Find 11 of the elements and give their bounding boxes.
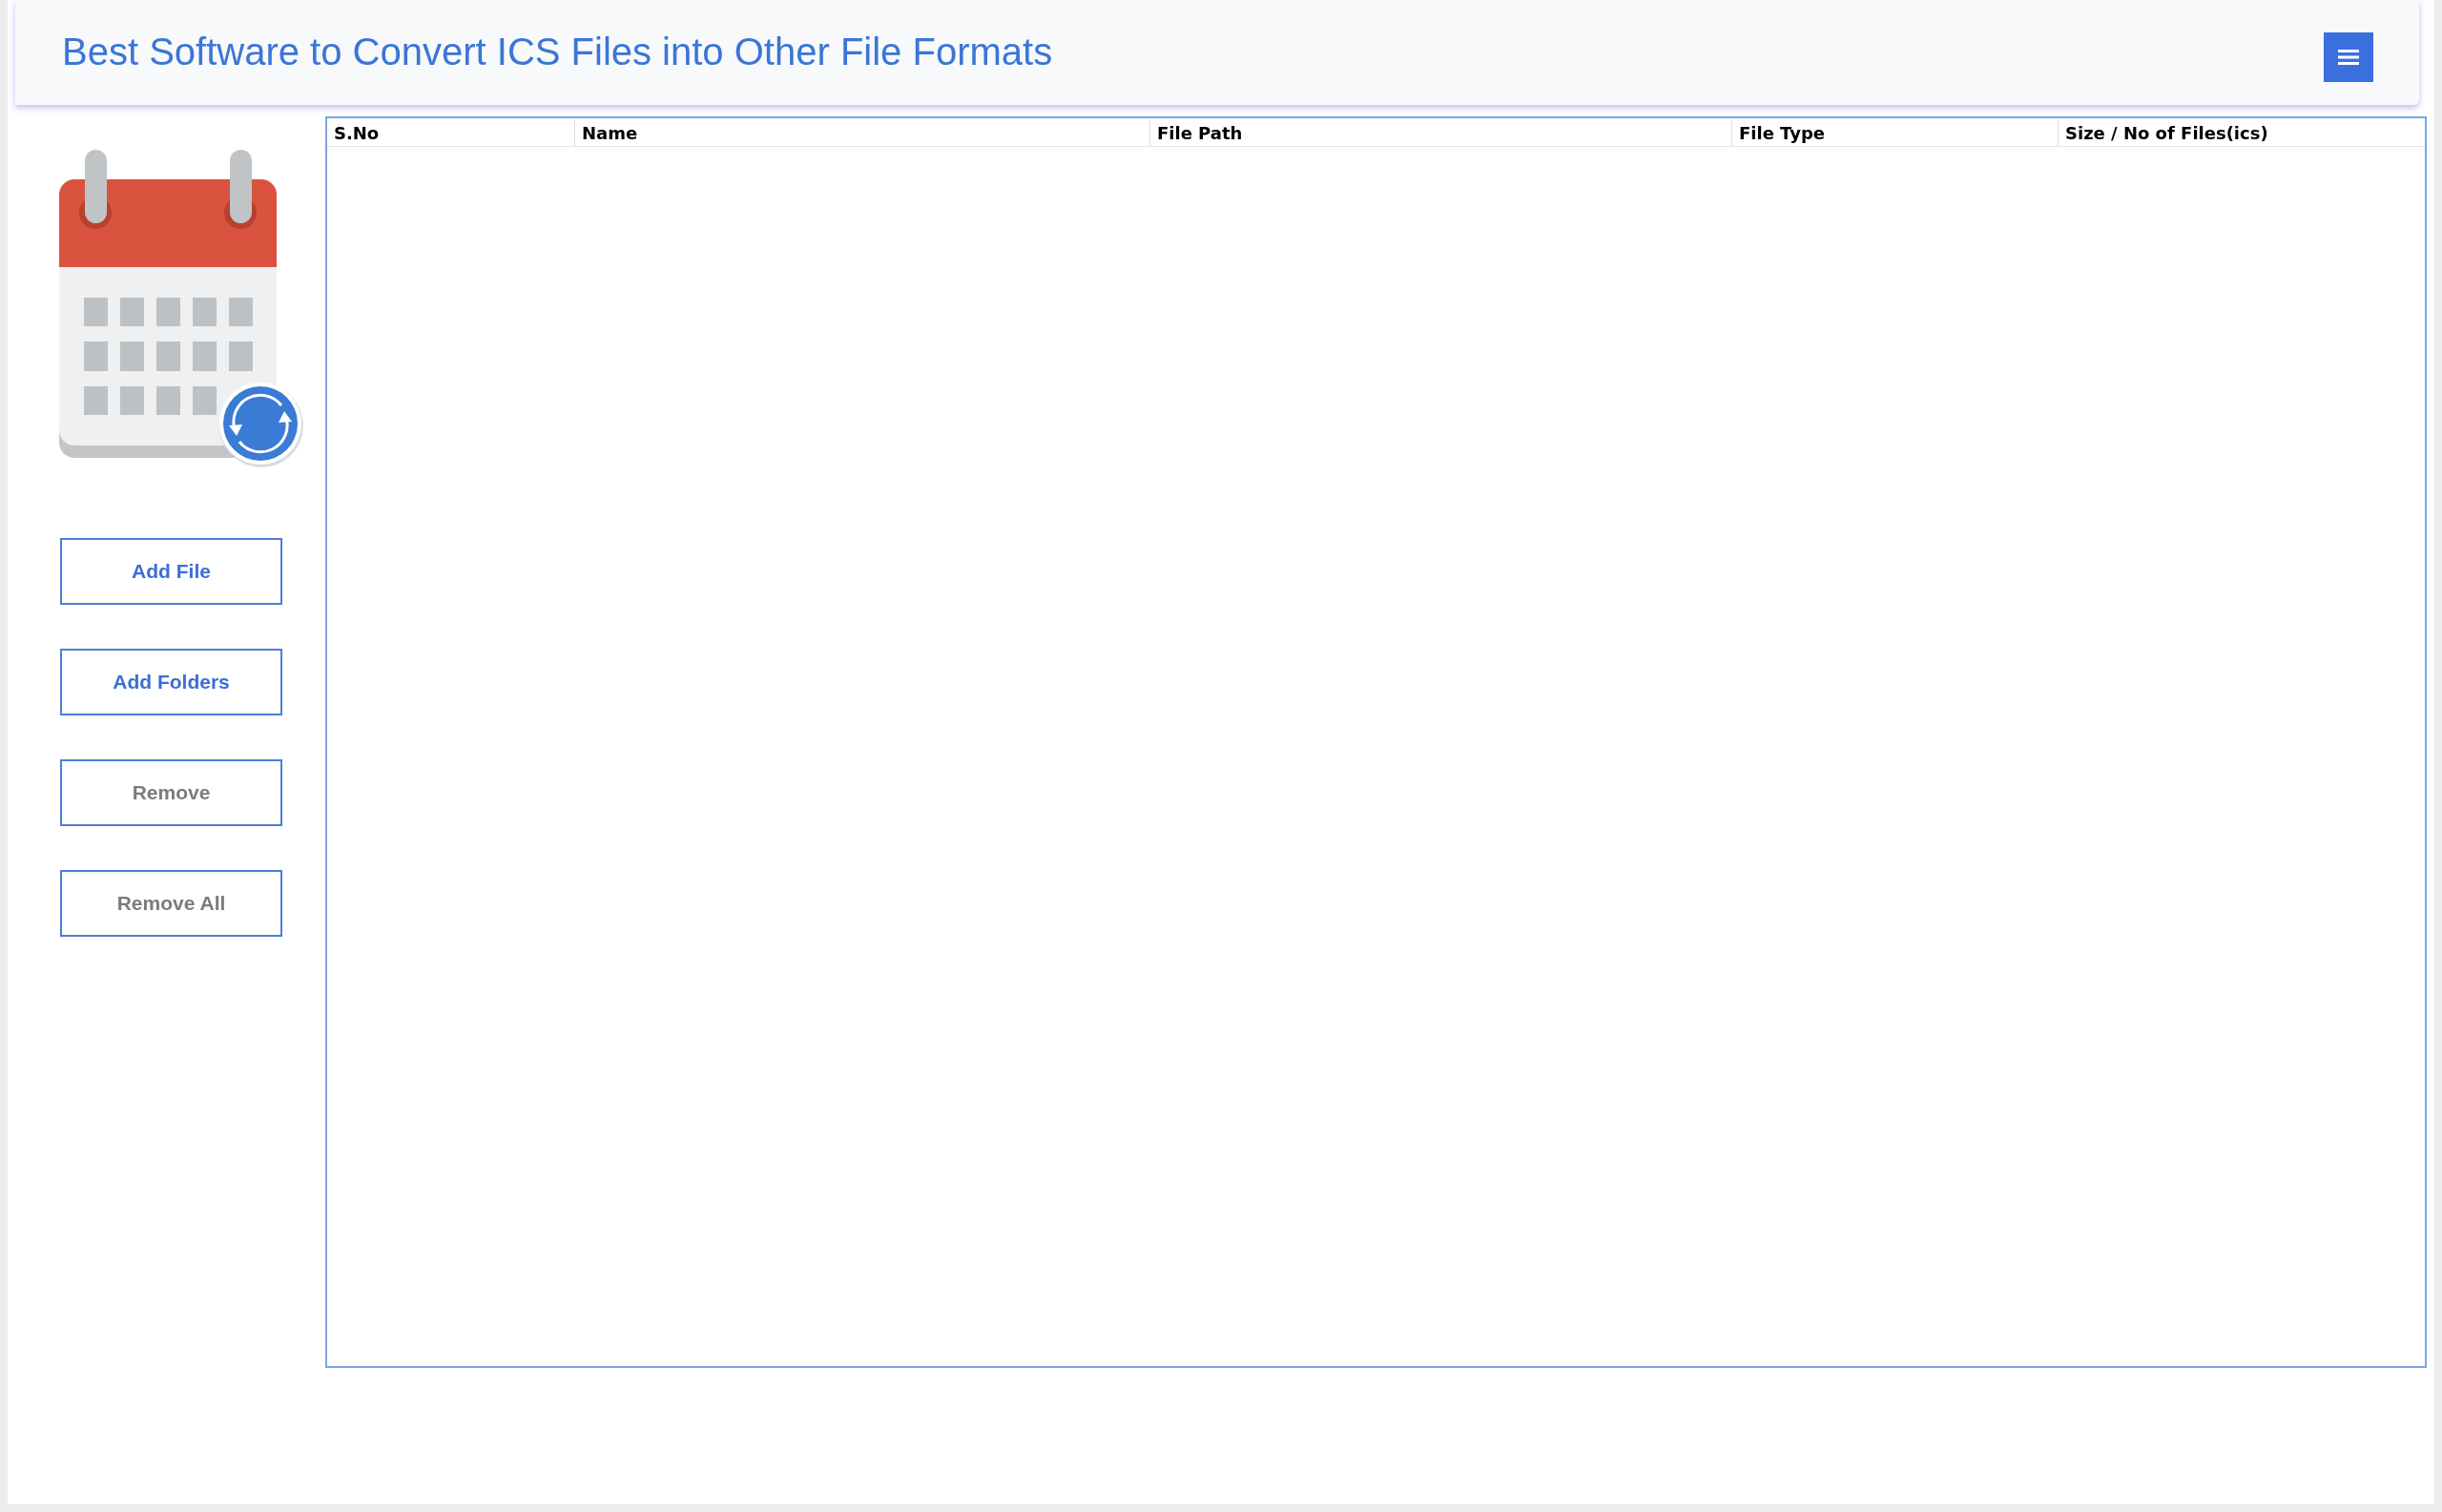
column-header: S.No	[333, 122, 381, 145]
sidebar-button[interactable]: Add Folders	[60, 649, 282, 715]
menu-icon	[2338, 50, 2359, 65]
menu-button[interactable]	[2324, 32, 2373, 82]
page-title: Best Software to Convert ICS Files into Other File Formats	[62, 30, 1053, 74]
calendar-sync-icon	[59, 150, 303, 468]
column-header: File Type	[1731, 120, 2058, 146]
column-header: Name	[574, 120, 1149, 146]
column-header: File Path	[1149, 120, 1731, 146]
column-header: Size / No of Files(ics)	[2058, 120, 2425, 146]
sidebar-button[interactable]: Add File	[60, 538, 282, 605]
